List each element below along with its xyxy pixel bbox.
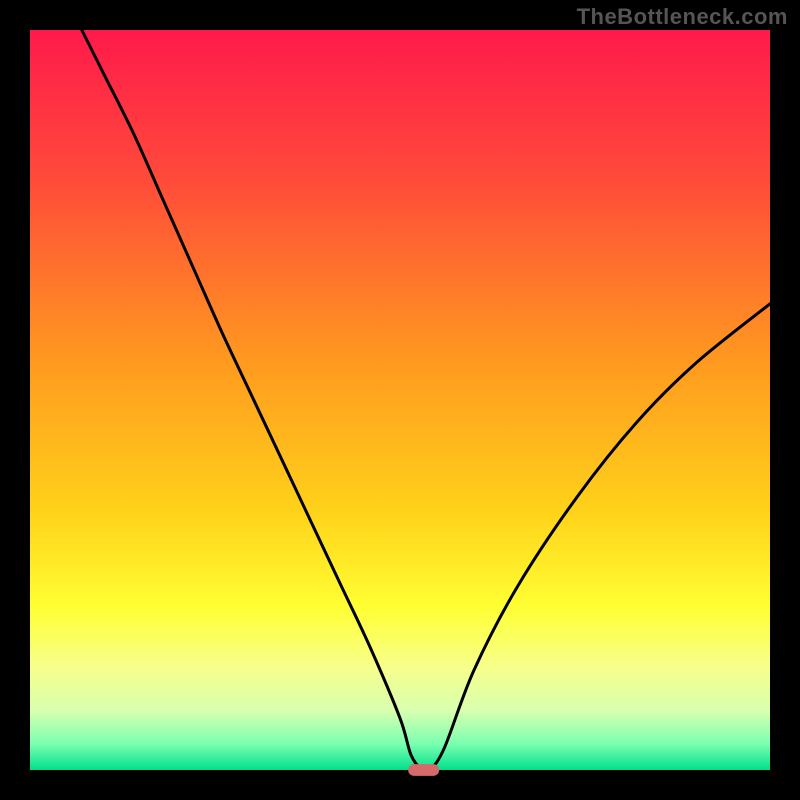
watermark-text: TheBottleneck.com [577, 4, 788, 30]
chart-container: TheBottleneck.com [0, 0, 800, 800]
bottleneck-chart [0, 0, 800, 800]
result-marker [408, 764, 439, 776]
